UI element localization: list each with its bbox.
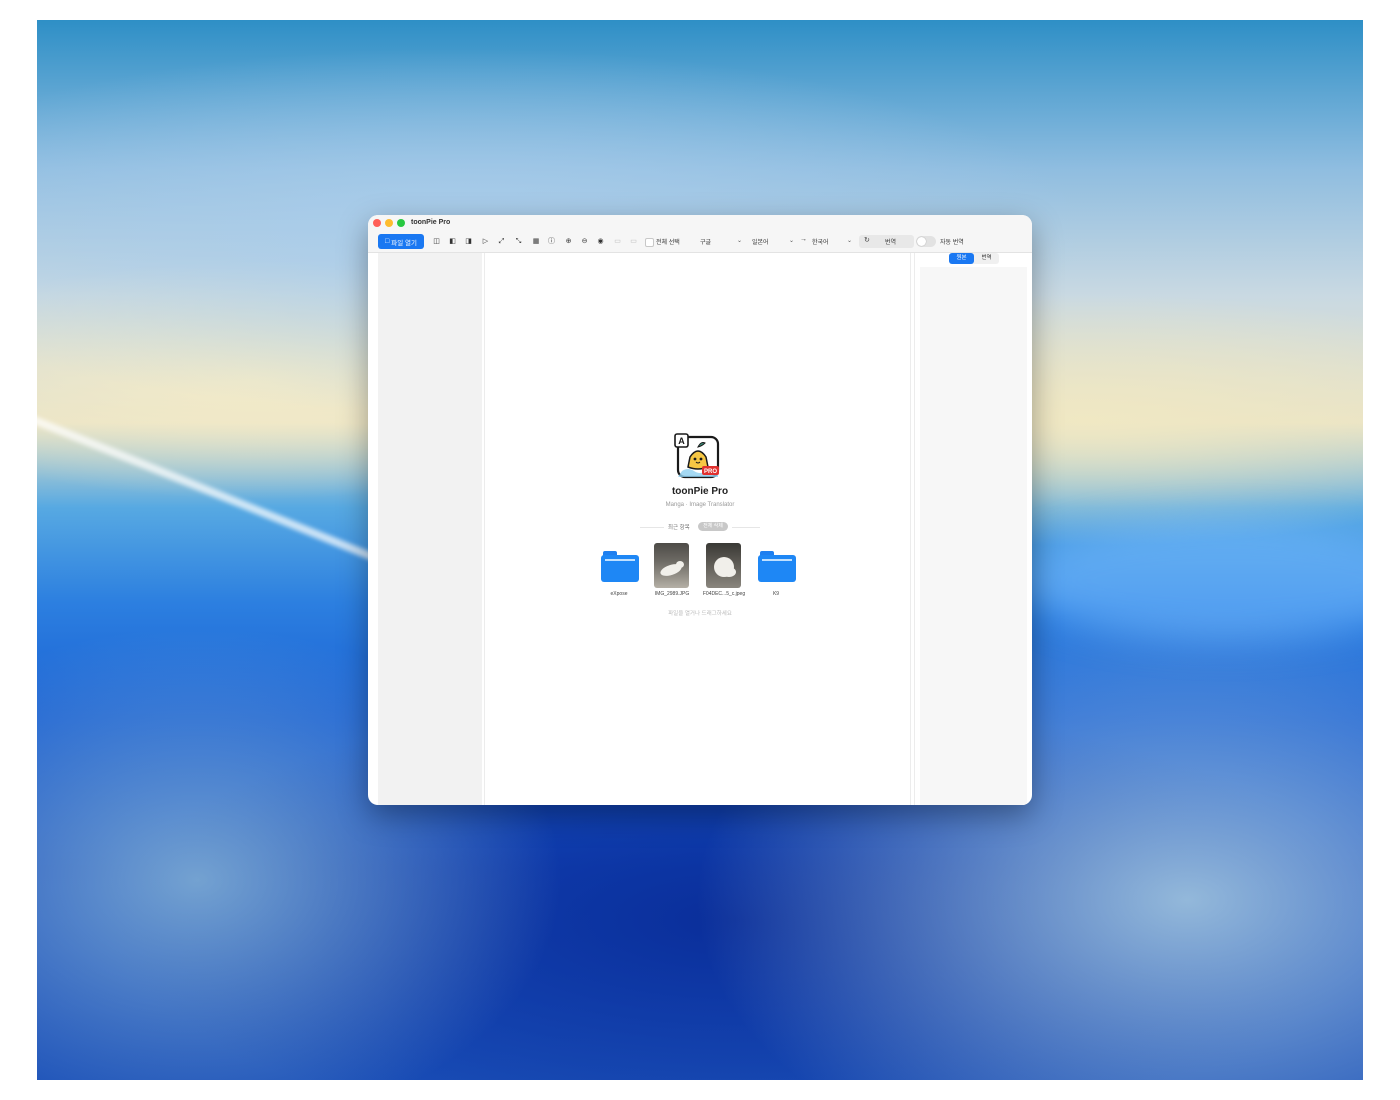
recent-item-name: IMG_2989.JPG — [654, 591, 690, 597]
filmstrip-icon[interactable]: ▦ — [529, 236, 543, 247]
tab-translation[interactable]: 번역 — [974, 253, 999, 264]
wallpaper-glow — [1017, 520, 1363, 640]
share-icon[interactable]: ▭ — [628, 236, 639, 247]
folder-icon: □ — [385, 238, 390, 245]
app-subtitle: Manga · Image Translator — [665, 502, 735, 508]
view-mode-segmented-control: 원본 번역 — [949, 253, 999, 264]
split-view-icon[interactable]: ◫ — [431, 236, 442, 247]
drop-hint: 파일을 열거나 드래그하세요 — [668, 611, 732, 617]
app-logo-icon: A PRO — [674, 433, 720, 479]
page-thumbnail-sidebar — [378, 253, 482, 805]
recent-item-name: eXpose — [610, 591, 628, 597]
info-icon[interactable]: ⓘ — [546, 236, 557, 247]
recent-item-name: F04DEC...5_c.jpeg — [702, 591, 746, 597]
auto-translate-toggle[interactable] — [916, 236, 936, 247]
compass-icon[interactable]: ◉ — [595, 236, 606, 247]
auto-translate-label: 자동 번역 — [940, 240, 964, 246]
recent-item[interactable]: eXpose — [595, 542, 643, 602]
svg-text:PRO: PRO — [704, 469, 717, 475]
arrow-right-icon: → — [800, 236, 807, 243]
svg-text:A: A — [678, 436, 685, 446]
zoom-in-icon[interactable]: ⊕ — [563, 236, 574, 247]
tab-original[interactable]: 원본 — [949, 253, 974, 264]
translate-button[interactable]: ↻ 번역 — [859, 235, 914, 248]
target-language-value: 한국어 — [812, 240, 829, 246]
toolbar: □ 파일 열기 ◫ ◧ ◨ ▷ ⤢ ⤡ ▦ ⓘ ⊕ ⊖ ◉ ▭ ▭ 전체 선택 … — [368, 232, 1032, 253]
expand-icon[interactable]: ⤢ — [496, 236, 507, 247]
play-icon[interactable]: ▷ — [480, 236, 491, 247]
select-all-label: 전체 선택 — [656, 240, 680, 246]
title-bar: toonPie Pro — [368, 215, 1032, 232]
engine-select[interactable]: 구글 ⌄ — [695, 235, 745, 248]
left-page-icon[interactable]: ◧ — [447, 236, 458, 247]
source-language-select[interactable]: 일본어 ⌄ — [747, 235, 797, 248]
recent-item[interactable]: IMG_2989.JPG — [648, 542, 696, 602]
open-file-label: 파일 열기 — [391, 239, 417, 247]
refresh-icon: ↻ — [864, 237, 870, 244]
divider — [732, 527, 760, 528]
translate-label: 번역 — [885, 240, 897, 246]
chevron-down-icon: ⌄ — [846, 238, 852, 244]
recent-items-header: 최근 항목 전체 삭제 — [640, 521, 760, 533]
zoom-out-icon[interactable]: ⊖ — [579, 236, 590, 247]
window-title: toonPie Pro — [411, 219, 451, 226]
chevron-down-icon: ⌄ — [736, 238, 742, 244]
app-window: toonPie Pro □ 파일 열기 ◫ ◧ ◨ ▷ ⤢ ⤡ ▦ ⓘ ⊕ ⊖ … — [368, 215, 1032, 805]
source-language-value: 일본어 — [752, 240, 769, 246]
engine-value: 구글 — [700, 240, 712, 246]
chevron-down-icon: ⌄ — [788, 238, 794, 244]
toggle-knob — [917, 237, 926, 246]
recent-item-name: K9 — [772, 591, 780, 597]
folder-icon — [601, 542, 639, 588]
folder-icon — [758, 542, 796, 588]
image-thumbnail — [654, 543, 689, 588]
right-page-icon[interactable]: ◨ — [463, 236, 474, 247]
zoom-window-button[interactable] — [397, 219, 405, 227]
close-window-button[interactable] — [373, 219, 381, 227]
text-panel: 원본 번역 — [914, 253, 1027, 805]
recent-items-label: 최근 항목 — [668, 525, 690, 531]
image-thumbnail — [706, 543, 741, 588]
export-icon[interactable]: ▭ — [612, 236, 623, 247]
select-all-checkbox[interactable] — [645, 238, 654, 247]
target-language-select[interactable]: 한국어 ⌄ — [807, 235, 855, 248]
collapse-icon[interactable]: ⤡ — [513, 236, 524, 247]
divider — [640, 527, 664, 528]
recent-item[interactable]: K9 — [752, 542, 800, 602]
recent-item[interactable]: F04DEC...5_c.jpeg — [700, 542, 748, 602]
text-panel-content — [920, 267, 1027, 805]
app-name: toonPie Pro — [671, 486, 729, 497]
clear-all-button[interactable]: 전체 삭제 — [698, 522, 728, 531]
open-file-button[interactable]: □ 파일 열기 — [378, 234, 424, 249]
minimize-window-button[interactable] — [385, 219, 393, 227]
